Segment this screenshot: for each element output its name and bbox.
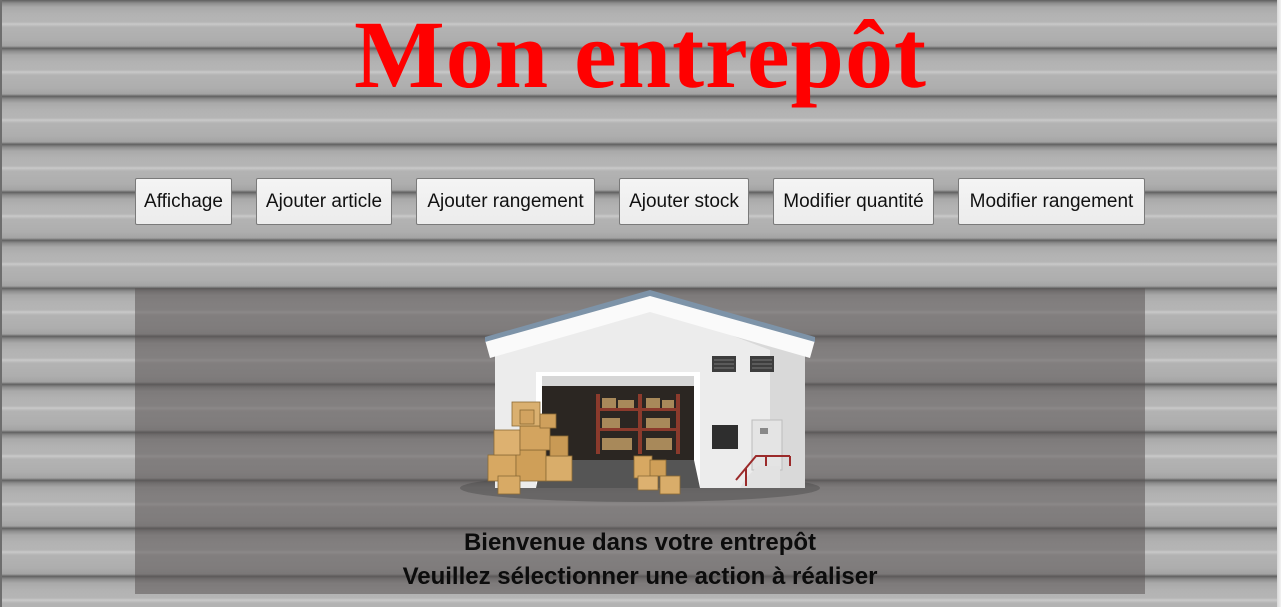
modifier-quantite-button[interactable]: Modifier quantité (773, 178, 934, 225)
ajouter-stock-button[interactable]: Ajouter stock (619, 178, 749, 225)
welcome-panel: Bienvenue dans votre entrepôt Veuillez s… (135, 288, 1145, 594)
instruction-text: Veuillez sélectionner une action à réali… (402, 563, 878, 590)
page-title: Mon entrepôt (354, 1, 927, 108)
warehouse-illustration (460, 290, 820, 502)
action-nav: Affichage Ajouter article Ajouter rangem… (135, 178, 1145, 225)
affichage-button[interactable]: Affichage (135, 178, 232, 225)
modifier-rangement-button[interactable]: Modifier rangement (958, 178, 1145, 225)
ajouter-article-button[interactable]: Ajouter article (256, 178, 392, 225)
ajouter-rangement-button[interactable]: Ajouter rangement (416, 178, 595, 225)
welcome-heading: Bienvenue dans votre entrepôt (463, 529, 817, 556)
